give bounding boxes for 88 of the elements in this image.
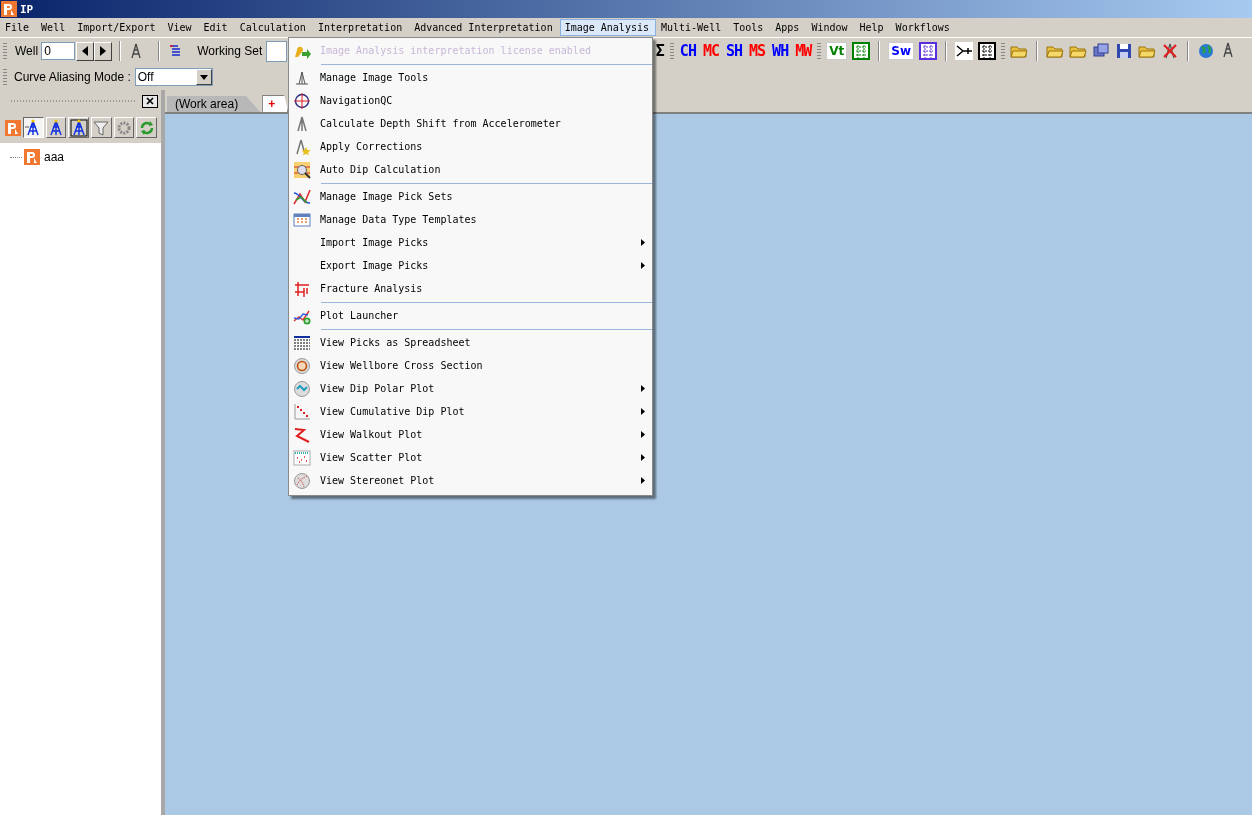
- submenu-arrow-icon: [641, 477, 645, 484]
- walkout-icon: [293, 425, 311, 444]
- working-set-field[interactable]: [266, 40, 288, 62]
- delete-icon[interactable]: [1161, 42, 1179, 60]
- menu-item[interactable]: Edit: [198, 19, 235, 36]
- submenu-arrow-icon: [641, 385, 645, 392]
- menu-item[interactable]: Import/Export: [72, 19, 163, 36]
- menu-item[interactable]: Manage Data Type Templates: [289, 208, 652, 231]
- grid-icon[interactable]: [919, 42, 937, 60]
- tool-button[interactable]: [23, 117, 44, 138]
- menu-item[interactable]: Help: [854, 19, 891, 36]
- previous-button[interactable]: [76, 41, 95, 61]
- well-field[interactable]: 0: [41, 42, 76, 60]
- menu-item[interactable]: Calculate Depth Shift from Accelerometer: [289, 112, 652, 135]
- tower-icon: [69, 118, 88, 137]
- tower-icon: [47, 118, 65, 137]
- menu-item[interactable]: View Cumulative Dip Plot: [289, 400, 652, 423]
- window-title: IP: [20, 2, 34, 16]
- curves-icon: [293, 187, 311, 206]
- submenu-arrow-icon: [641, 408, 645, 415]
- stereonet-icon: [293, 471, 311, 490]
- app-logo-icon: [1, 1, 17, 17]
- submenu-arrow-icon: [641, 262, 645, 269]
- menu-item[interactable]: Workflows: [890, 19, 957, 36]
- tower-star-icon: [293, 137, 311, 156]
- globe-icon[interactable]: [1197, 42, 1215, 60]
- toolbar-button[interactable]: Σ: [654, 42, 665, 60]
- curve-aliasing-label: Curve Aliasing Mode :: [14, 70, 131, 84]
- menu-item[interactable]: Advanced Interpretation: [409, 19, 560, 36]
- menu-item[interactable]: Multi-Well: [655, 19, 729, 36]
- filter-icon: [92, 118, 111, 137]
- menu-item[interactable]: View Wellbore Cross Section: [289, 354, 652, 377]
- toolbar-button[interactable]: SH: [725, 42, 744, 60]
- tree-item[interactable]: aaa: [44, 150, 65, 164]
- submenu-arrow-icon: [641, 454, 645, 461]
- menu-item[interactable]: View Scatter Plot: [289, 446, 652, 469]
- menu-item[interactable]: Auto Dip Calculation: [289, 158, 652, 181]
- working-set-label: Working Set: [197, 44, 263, 58]
- menu-item[interactable]: Image Analysis: [559, 19, 656, 36]
- toolbar-button[interactable]: CH: [678, 42, 697, 60]
- menu-item[interactable]: View Walkout Plot: [289, 423, 652, 446]
- scatter-plot-icon: [293, 448, 311, 467]
- menu-item[interactable]: NavigationQC: [289, 89, 652, 112]
- calendar-icon: [293, 210, 311, 229]
- magnifier-icon: [293, 160, 311, 179]
- crosshair-icon: [293, 91, 311, 110]
- toolbar-button[interactable]: Vt: [826, 42, 848, 60]
- menu-item[interactable]: File: [0, 19, 37, 36]
- polar-plot-icon: [293, 379, 311, 398]
- save-icon[interactable]: [1115, 42, 1133, 60]
- menu-item[interactable]: Apply Corrections: [289, 135, 652, 158]
- menu-item[interactable]: Import Image Picks: [289, 231, 652, 254]
- menu-item[interactable]: Tools: [728, 19, 771, 36]
- menu-item[interactable]: Apps: [770, 19, 807, 36]
- fracture-icon: [293, 279, 311, 298]
- caret-icon: [199, 74, 208, 80]
- toolbar-button[interactable]: WH: [771, 42, 790, 60]
- app-logo-icon: [24, 149, 40, 165]
- menu-item[interactable]: Calculation: [234, 19, 313, 36]
- menu-item[interactable]: Interpretation: [312, 19, 410, 36]
- app-logo-icon: [5, 119, 21, 136]
- menu-item[interactable]: Manage Image Pick Sets: [289, 185, 652, 208]
- grid-icon[interactable]: [978, 42, 996, 60]
- curve-aliasing-dropdown[interactable]: Off: [134, 68, 213, 86]
- menu-item[interactable]: View Stereonet Plot: [289, 469, 652, 492]
- spreadsheet-icon: [293, 333, 311, 352]
- next-button[interactable]: [94, 41, 113, 61]
- menu-item[interactable]: Plot Launcher: [289, 304, 652, 327]
- copy-icon[interactable]: [1092, 42, 1110, 60]
- menu-item[interactable]: Well: [36, 19, 73, 36]
- menu-item[interactable]: View: [162, 19, 199, 36]
- well-label: Well: [15, 44, 39, 58]
- submenu-arrow-icon: [641, 239, 645, 246]
- menu-item[interactable]: View Picks as Spreadsheet: [289, 331, 652, 354]
- dot-plot-icon: [293, 402, 311, 421]
- close-button[interactable]: [142, 94, 158, 108]
- ring-icon: [293, 356, 311, 375]
- submenu-arrow-icon: [641, 431, 645, 438]
- menu-item[interactable]: Export Image Picks: [289, 254, 652, 277]
- tab[interactable]: +: [262, 95, 289, 112]
- menu-item[interactable]: Window: [806, 19, 855, 36]
- toolbar-button[interactable]: Sw: [888, 42, 914, 60]
- menu-item[interactable]: Fracture Analysis: [289, 277, 652, 300]
- menu-item[interactable]: View Dip Polar Plot: [289, 377, 652, 400]
- close-icon: [146, 97, 154, 105]
- merge-icon[interactable]: [955, 42, 973, 60]
- tab[interactable]: (Work area): [167, 96, 261, 112]
- menu-item[interactable]: Manage Image Tools: [289, 66, 652, 89]
